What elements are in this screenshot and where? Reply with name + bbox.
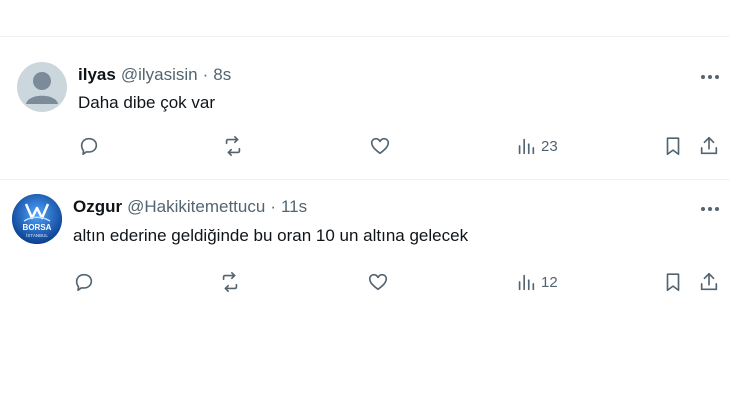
share-icon [700, 136, 718, 155]
avatar[interactable] [17, 62, 67, 112]
share-button[interactable] [698, 267, 720, 297]
views-icon [518, 138, 535, 155]
default-avatar-icon [26, 72, 58, 104]
views-button[interactable]: 12 [515, 267, 558, 297]
bookmark-icon [666, 273, 680, 292]
like-icon [370, 137, 390, 155]
timestamp[interactable]: 11s [281, 197, 307, 217]
views-button[interactable]: 23 [515, 131, 558, 161]
views-count: 12 [541, 273, 558, 291]
share-button[interactable] [698, 131, 720, 161]
separator: · [270, 197, 276, 216]
tweet-text: altın ederine geldiğinde bu oran 10 un a… [73, 226, 469, 245]
tweet[interactable]: BORSA İSTANBUL Ozgur @Hakikitemettucu · … [0, 180, 730, 308]
retweet-icon [222, 272, 238, 292]
avatar[interactable]: BORSA İSTANBUL [12, 194, 62, 244]
action-bar: 23 [0, 131, 730, 161]
avatar-logo-text: BORSA [23, 223, 52, 232]
more-icon [701, 75, 719, 79]
retweet-icon [225, 136, 241, 156]
more-button[interactable] [698, 199, 722, 219]
more-icon [701, 207, 719, 211]
handle[interactable]: @Hakikitemettucu [127, 197, 265, 217]
reply-icon [80, 137, 98, 156]
like-button[interactable] [367, 267, 389, 297]
bookmark-icon [666, 137, 680, 156]
display-name[interactable]: ilyas [78, 65, 116, 85]
retweet-button[interactable] [219, 267, 241, 297]
like-icon [368, 273, 388, 291]
share-icon [700, 272, 718, 291]
more-button[interactable] [698, 67, 722, 87]
separator: · [202, 65, 209, 84]
tweet-text: Daha dibe çok var [78, 93, 216, 112]
tweet[interactable]: ilyas @ilyasisin · 8s Daha dibe çok var [0, 37, 730, 180]
tweet-header: Ozgur @Hakikitemettucu · 11s [73, 197, 307, 217]
bookmark-button[interactable] [662, 131, 684, 161]
timestamp[interactable]: 8s [213, 65, 231, 85]
reply-button[interactable] [78, 131, 100, 161]
views-icon [518, 274, 535, 291]
reply-icon [75, 273, 93, 292]
handle[interactable]: @ilyasisin [121, 65, 198, 85]
display-name[interactable]: Ozgur [73, 197, 122, 217]
reply-button[interactable] [73, 267, 95, 297]
retweet-button[interactable] [222, 131, 244, 161]
bookmark-button[interactable] [662, 267, 684, 297]
avatar-logo-subtext: İSTANBUL [26, 232, 48, 238]
action-bar: 12 [0, 267, 730, 297]
like-button[interactable] [369, 131, 391, 161]
views-count: 23 [541, 137, 558, 155]
borsa-istanbul-logo-icon: BORSA İSTANBUL [12, 194, 62, 244]
tweet-header: ilyas @ilyasisin · 8s [78, 65, 231, 85]
